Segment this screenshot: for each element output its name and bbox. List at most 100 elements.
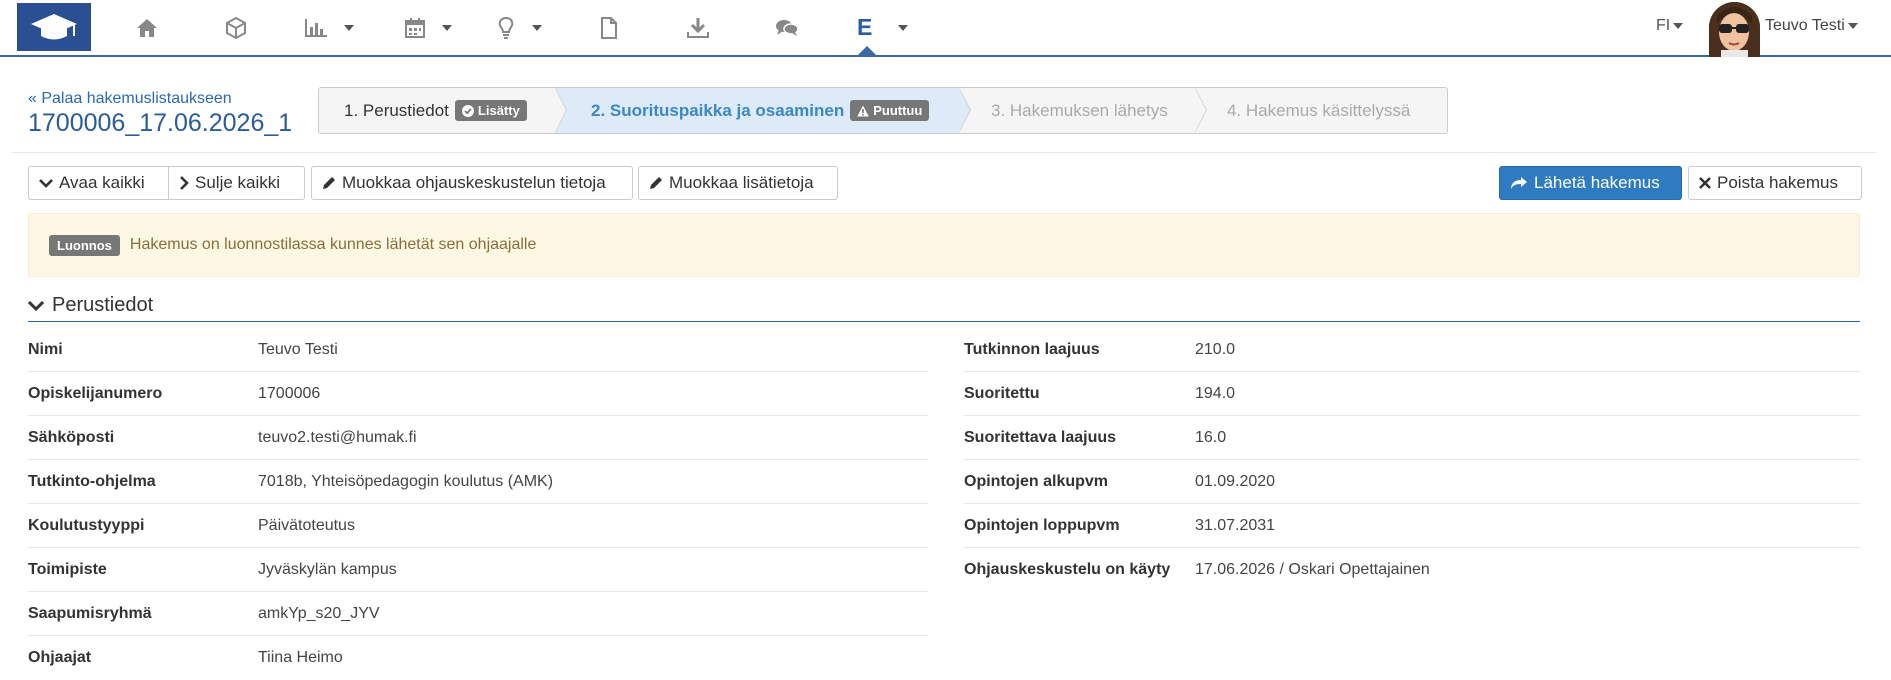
nav-calendar[interactable] [404,0,452,55]
chevron-down-icon [1673,23,1684,29]
wizard-step-2[interactable]: 2. Suorituspaikka ja osaaminen Puuttuu [555,88,971,133]
field-label: Toimipiste [28,560,107,578]
field-label: Ohjaajat [28,649,92,666]
field-value: 210.0 [1195,340,1236,358]
close-all-button[interactable]: Sulje kaikki [169,166,305,200]
nav-cube[interactable] [225,0,247,55]
close-icon [1699,177,1711,189]
delete-application-label: Poista hakemus [1717,173,1838,192]
field-value: 1700006 [258,384,321,402]
step-separator-inner [1195,88,1206,132]
user-menu[interactable]: Teuvo Testi [1765,17,1858,35]
wizard-step-4[interactable]: 4. Hakemus käsittelyssä [1195,88,1447,133]
field-label: Tutkinto-ohjelma [28,472,156,490]
pencil-icon [650,177,662,189]
chevron-down-icon [1847,23,1858,29]
field-row: Ohjaajat Tiina Heimo [28,636,928,680]
language-selector[interactable]: FI [1656,17,1684,35]
field-row: Ohjauskeskustelu on käyty 17.06.2026 / O… [964,548,1860,592]
field-row: Opintojen loppupvm 31.07.2031 [964,504,1860,548]
close-all-label: Sulje kaikki [195,173,281,192]
field-row: Suoritettava laajuus 16.0 [964,416,1860,460]
field-label: Koulutustyyppi [28,516,145,534]
field-value: 194.0 [1195,384,1236,402]
wizard-step-1[interactable]: 1. Perustiedot Lisätty [319,88,567,133]
field-row: Tutkinto-ohjelma 7018b, Yhteisöpedagogin… [28,460,928,504]
wizard-step-label: 1. Perustiedot [344,100,449,120]
draft-badge: Luonnos [49,234,120,256]
calendar-icon [405,17,425,38]
language-label: FI [1656,17,1671,34]
field-value: 31.07.2031 [1195,516,1276,534]
top-navbar: E FI Teuvo Testi [0,0,1891,57]
wizard-step-label: 3. Hakemuksen lähetys [991,100,1168,120]
status-badge: Lisätty [454,100,527,121]
send-application-button[interactable]: Lähetä hakemus [1499,166,1682,200]
open-all-button[interactable]: Avaa kaikki [28,166,169,200]
field-label: Opintojen loppupvm [964,516,1120,534]
wizard-step-label: 2. Suorituspaikka ja osaaminen [591,100,845,120]
edit-extra-info-label: Muokkaa lisätietoja [669,173,814,192]
field-row: Opintojen alkupvm 01.09.2020 [964,460,1860,504]
field-row: Toimipiste Jyväskylän kampus [28,548,928,592]
divider [12,152,1876,153]
share-arrow-icon [1511,177,1527,189]
step-separator-inner [959,88,970,132]
edit-guidance-label: Muokkaa ohjauskeskustelun tietoja [342,173,606,192]
field-row: Sähköposti teuvo2.testi@humak.fi [28,416,928,460]
field-value: 01.09.2020 [1195,472,1276,490]
file-icon [601,16,617,39]
download-icon [687,17,709,38]
step-separator-inner [555,88,566,132]
edit-guidance-button[interactable]: Muokkaa ohjauskeskustelun tietoja [311,166,633,200]
back-link[interactable]: « Palaa hakemuslistaukseen [28,90,232,108]
field-value: 7018b, Yhteisöpedagogin koulutus (AMK) [258,472,554,490]
comments-icon [776,19,799,36]
field-value: teuvo2.testi@humak.fi [258,428,417,446]
delete-application-button[interactable]: Poista hakemus [1688,166,1862,200]
field-value: amkYp_s20_JYV [258,604,380,622]
field-row: Saapumisryhmä amkYp_s20_JYV [28,592,928,636]
avatar[interactable] [1709,2,1760,57]
nav-ideas[interactable] [498,0,542,55]
field-label: Ohjauskeskustelu on käyty [964,561,1171,578]
open-all-label: Avaa kaikki [59,173,145,192]
user-name: Teuvo Testi [1765,17,1845,34]
field-label: Sähköposti [28,428,115,446]
chevron-down-icon [344,24,354,31]
field-value: Teuvo Testi [258,340,338,358]
field-label: Tutkinnon laajuus [964,340,1100,358]
wizard-steps: 1. Perustiedot Lisätty 2. Suorituspaikka… [318,87,1448,134]
cube-icon [226,16,246,39]
wizard-step-3[interactable]: 3. Hakemuksen lähetys [959,88,1207,133]
edit-extra-info-button[interactable]: Muokkaa lisätietoja [638,166,838,200]
graduation-cap-logo[interactable] [17,3,91,51]
chevron-down-icon [442,24,452,31]
warning-icon [857,105,870,116]
nav-reports[interactable] [304,0,354,55]
nav-downloads[interactable] [687,0,709,55]
nav-messages[interactable] [775,0,799,55]
chevron-down-icon [898,24,909,31]
field-row: Tutkinnon laajuus 210.0 [964,328,1860,372]
field-label: Saapumisryhmä [28,604,152,622]
section-toggle-basic-info[interactable]: Perustiedot [28,290,1860,322]
section-title: Perustiedot [52,294,154,316]
send-application-label: Lähetä hakemus [1534,173,1660,192]
status-badge-label: Puuttuu [873,103,923,118]
pencil-icon [323,177,335,189]
nav-documents[interactable] [600,0,618,55]
field-value: Tiina Heimo [258,649,343,666]
nav-home[interactable] [136,0,158,55]
chevron-right-icon [180,176,189,190]
active-indicator [857,46,877,56]
user-avatar-image [1709,2,1760,57]
field-label: Opintojen alkupvm [964,472,1109,490]
wizard-step-label: 4. Hakemus käsittelyssä [1227,100,1411,120]
check-circle-icon [461,104,474,117]
field-value: Jyväskylän kampus [258,560,397,578]
home-icon [137,18,157,37]
basic-info-left-column: Nimi Teuvo Testi Opiskelijanumero 170000… [28,328,928,680]
field-label: Suoritettava laajuus [964,428,1117,446]
chevron-down-icon [28,300,44,311]
